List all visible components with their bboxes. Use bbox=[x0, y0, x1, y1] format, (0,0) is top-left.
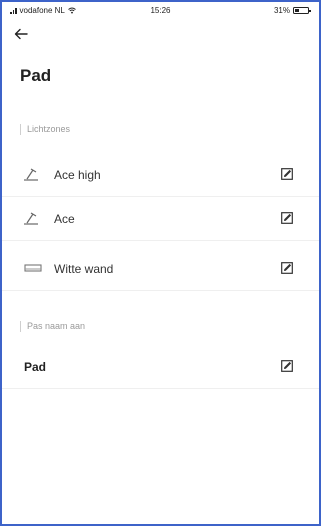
status-right: 31% bbox=[273, 6, 311, 15]
lightzone-label: Ace bbox=[54, 212, 75, 226]
edit-icon[interactable] bbox=[281, 261, 293, 274]
rename-row[interactable]: Pad bbox=[2, 345, 319, 389]
back-arrow-icon[interactable] bbox=[14, 25, 36, 45]
section-label-rename: Pas naam aan bbox=[20, 321, 85, 332]
name-value: Pad bbox=[24, 360, 47, 374]
status-bar: vodafone NL 15:26 31% bbox=[2, 2, 319, 20]
edit-icon[interactable] bbox=[281, 211, 293, 224]
lightzone-row-ace-high[interactable]: Ace high bbox=[2, 153, 319, 197]
edit-icon[interactable] bbox=[281, 359, 293, 372]
app-screen: vodafone NL 15:26 31% Pad Lichtzones Ace… bbox=[0, 0, 321, 526]
lightzone-row-ace[interactable]: Ace bbox=[2, 197, 319, 241]
edit-icon[interactable] bbox=[281, 167, 293, 180]
lightzone-row-witte-wand[interactable]: Witte wand bbox=[2, 247, 319, 291]
status-time: 15:26 bbox=[150, 6, 171, 15]
section-label-lightzones: Lichtzones bbox=[20, 124, 70, 135]
floor-lamp-icon bbox=[24, 167, 44, 181]
battery-percent: 31% bbox=[273, 6, 290, 15]
floor-lamp-icon bbox=[24, 211, 44, 225]
lightzone-label: Ace high bbox=[54, 168, 101, 182]
page-title: Pad bbox=[20, 66, 52, 85]
battery-icon bbox=[293, 7, 311, 14]
lightzone-label: Witte wand bbox=[54, 262, 114, 276]
lightbar-icon bbox=[24, 261, 44, 275]
